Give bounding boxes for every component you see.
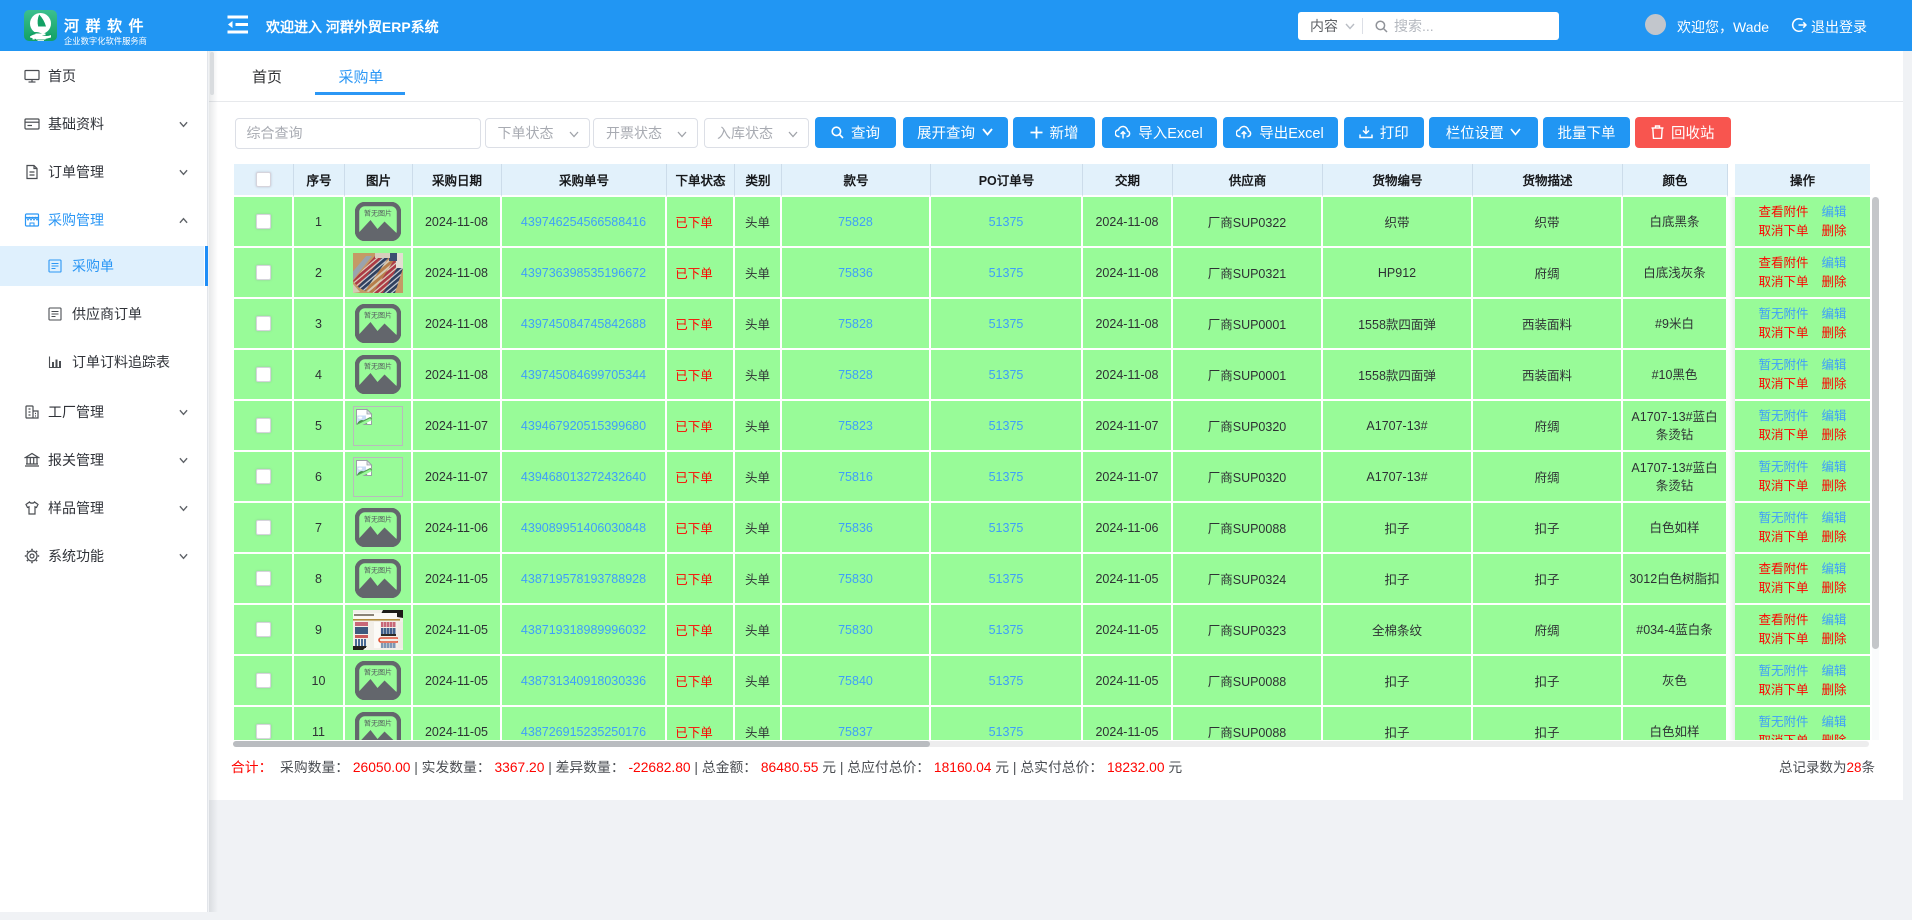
svg-text:暂无图片: 暂无图片 — [364, 719, 392, 728]
svg-text:暂无图片: 暂无图片 — [364, 566, 392, 575]
svg-text:暂无图片: 暂无图片 — [364, 209, 392, 218]
svg-text:暂无图片: 暂无图片 — [364, 515, 392, 524]
svg-text:暂无图片: 暂无图片 — [364, 668, 392, 677]
svg-text:暂无图片: 暂无图片 — [364, 362, 392, 371]
svg-text:暂无图片: 暂无图片 — [364, 311, 392, 320]
